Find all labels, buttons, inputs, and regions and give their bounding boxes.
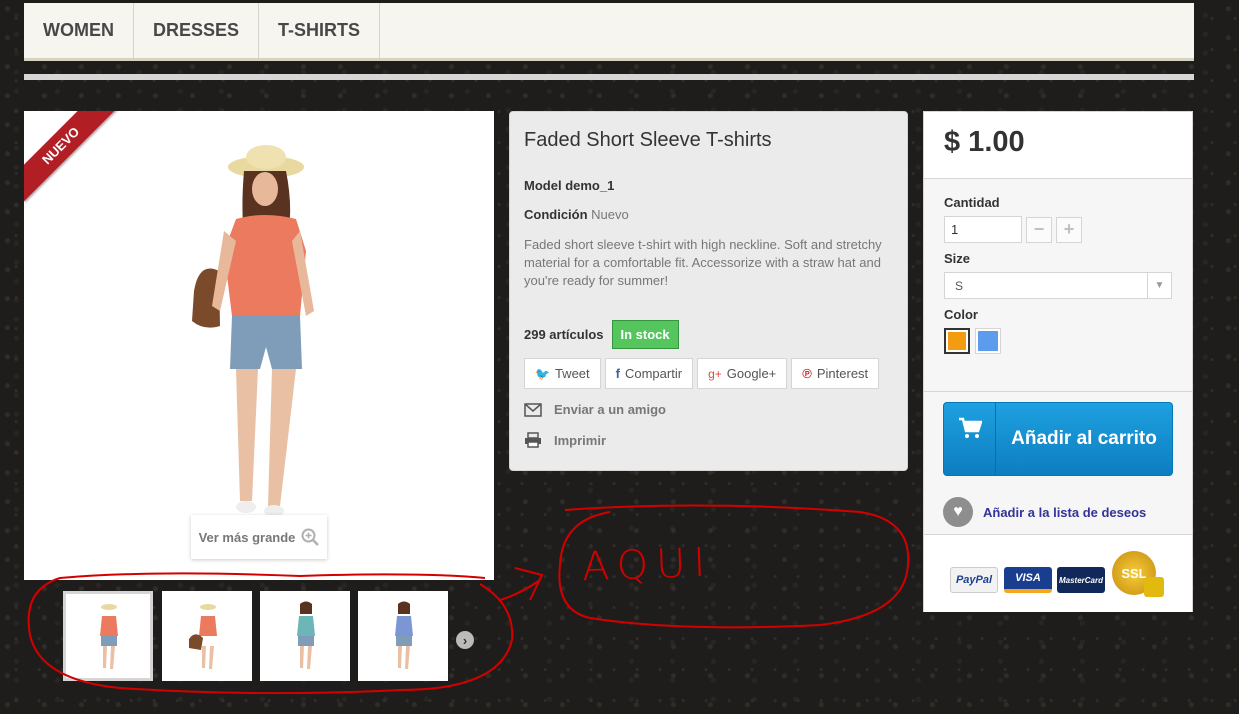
facebook-share-button[interactable]: f Compartir (604, 358, 694, 389)
cart-icon (944, 403, 996, 475)
paypal-logo: PayPal (950, 567, 998, 593)
product-image-box[interactable]: NUEVO Ver más grande (24, 111, 494, 580)
menu-item-dresses[interactable]: DRESSES (134, 3, 260, 58)
heart-icon: ♥ (943, 497, 973, 527)
pinterest-button[interactable]: ℗ Pinterest (791, 358, 880, 389)
thumbnail-photo (189, 604, 217, 669)
google-plus-icon: g+ (708, 366, 722, 381)
quantity-label: Cantidad (944, 195, 1000, 210)
price-box: $ 1.00 (924, 112, 1192, 179)
stock-badge: In stock (611, 320, 679, 349)
size-value: S (955, 279, 964, 293)
model-value: demo_1 (565, 178, 615, 193)
thumbnail-photo (297, 601, 315, 669)
condition-value: Nuevo (591, 207, 629, 222)
thumbnail-photo (395, 601, 413, 669)
thumbnail-3[interactable] (260, 591, 350, 681)
pinterest-icon: ℗ (802, 366, 812, 381)
model-row: Model demo_1 (524, 178, 893, 193)
product-description: Faded short sleeve t-shirt with high nec… (524, 237, 882, 288)
buy-box: $ 1.00 Cantidad 1 − + Size S ▼ Color Aña… (923, 111, 1193, 612)
product-options: Cantidad 1 − + Size S ▼ Color (924, 179, 1192, 392)
google-label: Google+ (726, 366, 777, 381)
share-label: Compartir (624, 366, 683, 381)
zoom-in-icon (301, 528, 320, 546)
mastercard-logo: MasterCard (1057, 567, 1105, 593)
stock-row: 299 artículos In stock (524, 320, 679, 349)
menu-item-tshirts[interactable]: T-SHIRTS (259, 3, 381, 58)
tweet-button[interactable]: 🐦 Tweet (524, 358, 601, 389)
send-to-friend-label: Enviar a un amigo (554, 402, 666, 417)
product-info-panel: Faded Short Sleeve T-shirts Model demo_1… (509, 111, 908, 471)
product-title: Faded Short Sleeve T-shirts (524, 129, 772, 151)
top-menu: WOMEN DRESSES T-SHIRTS (24, 3, 1194, 61)
quantity-stepper: 1 − + (944, 216, 1172, 243)
annotation-text: AQUI (581, 539, 714, 591)
condition-label: Condición (524, 207, 588, 222)
social-buttons: 🐦 Tweet f Compartir g+ Google+ ℗ Pintere… (524, 358, 880, 389)
print-link[interactable]: Imprimir (524, 432, 606, 448)
thumbnail-2[interactable] (162, 591, 252, 681)
payment-logos: PayPal VISA MasterCard SSL (924, 534, 1192, 612)
send-to-friend-link[interactable]: Enviar a un amigo (524, 402, 666, 417)
facebook-icon: f (615, 366, 620, 381)
chevron-down-icon: ▼ (1147, 273, 1171, 298)
print-label: Imprimir (554, 432, 607, 448)
product-photo (192, 145, 314, 517)
model-label: Model (524, 178, 562, 193)
tweet-label: Tweet (554, 366, 590, 381)
lock-icon (1144, 577, 1164, 597)
view-larger-label: Ver más grande (198, 529, 296, 545)
color-label: Color (944, 307, 978, 322)
size-select[interactable]: S ▼ (944, 272, 1172, 299)
product-price: $ 1.00 (944, 126, 1025, 158)
printer-icon (525, 432, 541, 448)
google-plus-button[interactable]: g+ Google+ (697, 358, 788, 389)
quantity-available: 299 artículos (524, 327, 604, 342)
thumbnail-photo (100, 604, 118, 669)
menu-item-women[interactable]: WOMEN (24, 3, 134, 58)
add-to-cart-label: Añadir al carrito (1011, 428, 1157, 449)
chevron-right-icon[interactable]: › (456, 631, 474, 649)
plus-icon[interactable]: + (1056, 216, 1082, 243)
envelope-icon (524, 402, 542, 417)
view-larger-button[interactable]: Ver más grande (191, 515, 327, 559)
thumbnail-4[interactable] (358, 591, 448, 681)
pinterest-label: Pinterest (816, 366, 869, 381)
visa-logo: VISA (1004, 567, 1052, 593)
twitter-icon: 🐦 (535, 366, 550, 381)
thumbnail-1[interactable] (63, 591, 153, 681)
color-swatch-blue[interactable] (975, 328, 1001, 354)
menu-divider (24, 74, 1194, 80)
add-to-cart-button[interactable]: Añadir al carrito (943, 402, 1173, 476)
condition-row: Condición Nuevo (524, 207, 893, 222)
minus-icon[interactable]: − (1026, 216, 1052, 243)
size-label: Size (944, 251, 971, 266)
add-to-wishlist-link[interactable]: ♥ Añadir a la lista de deseos (943, 497, 1146, 527)
wishlist-label: Añadir a la lista de deseos (983, 504, 1147, 520)
quantity-input[interactable]: 1 (944, 216, 1022, 243)
color-swatches (944, 328, 1172, 354)
color-swatch-orange[interactable] (944, 328, 970, 354)
